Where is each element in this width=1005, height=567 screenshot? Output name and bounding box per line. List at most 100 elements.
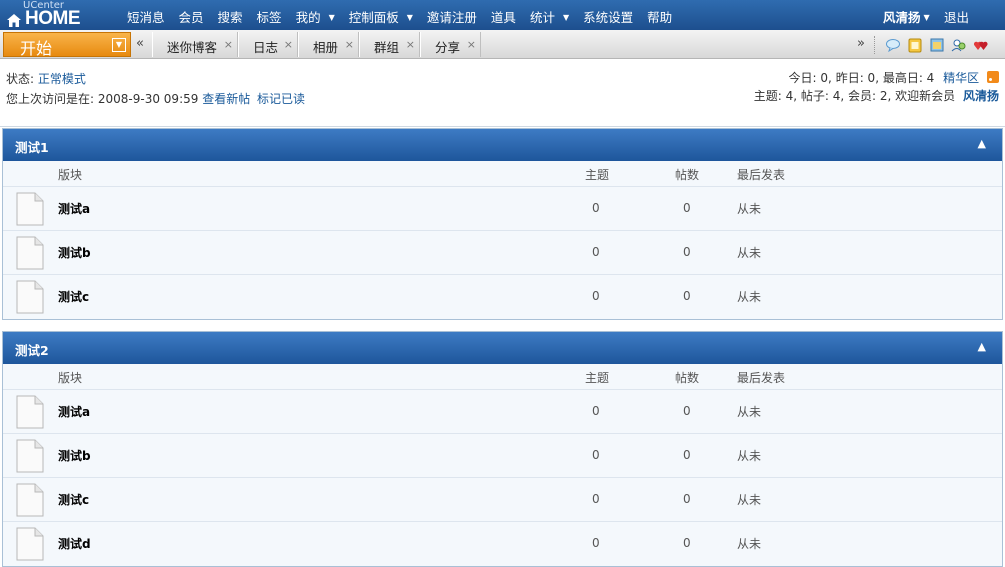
- nav-item[interactable]: 帮助: [647, 7, 672, 26]
- user-menu[interactable]: 风清扬 ▼: [883, 7, 930, 26]
- post-count: 0: [683, 289, 691, 303]
- tabs-prev-button[interactable]: «: [136, 36, 144, 51]
- forum-name-link[interactable]: 测试d: [58, 535, 91, 552]
- new-member-link[interactable]: 风清扬: [963, 89, 999, 103]
- nav-item-label: 我的: [295, 10, 321, 25]
- nav-item[interactable]: 标签: [257, 7, 282, 26]
- collapse-icon[interactable]: ▲: [978, 340, 986, 353]
- view-new-posts-link[interactable]: 查看新帖: [202, 92, 250, 106]
- close-icon[interactable]: ×: [345, 38, 354, 51]
- forum-row: 测试a 0 0 从未: [3, 390, 1002, 434]
- nav-item[interactable]: 搜索: [218, 7, 243, 26]
- nav-item[interactable]: 邀请注册: [427, 7, 477, 26]
- close-icon[interactable]: ×: [406, 38, 415, 51]
- rss-icon[interactable]: [987, 71, 999, 83]
- last-post: 从未: [737, 246, 762, 260]
- close-icon[interactable]: ×: [467, 38, 476, 51]
- topic-count: 0: [592, 201, 600, 215]
- col-last-post: 最后发表: [737, 168, 786, 182]
- column-header-row: 版块 主题 帖数 最后发表: [3, 161, 1002, 187]
- username: 风清扬: [883, 10, 921, 25]
- hearts-icon[interactable]: [973, 37, 989, 53]
- nav-item[interactable]: 控制面板 ▼: [349, 7, 413, 26]
- nav-item[interactable]: 系统设置: [583, 7, 633, 26]
- max-count: 最高日: 4: [882, 71, 935, 85]
- today-count: 今日: 0: [788, 71, 829, 85]
- calendar-icon[interactable]: [929, 37, 945, 53]
- topic-count: 0: [592, 289, 600, 303]
- users-icon[interactable]: [951, 37, 967, 53]
- chevron-down-icon[interactable]: ▼: [329, 13, 335, 22]
- chevron-down-icon[interactable]: ▼: [407, 13, 413, 22]
- mode-value-link[interactable]: 正常模式: [38, 72, 86, 86]
- yesterday-count: 昨日: 0: [835, 71, 876, 85]
- digest-link[interactable]: 精华区: [943, 71, 979, 85]
- top-nav-bar: UCenter HOME 短消息 会员 搜索 标签 我的 ▼ 控制面板 ▼ 邀请注册 道具 统计 ▼ 系…: [0, 0, 1005, 30]
- group-title[interactable]: 测试1: [15, 140, 49, 155]
- ucenter-home-logo[interactable]: UCenter HOME: [3, 0, 113, 30]
- main-nav: 短消息 会员 搜索 标签 我的 ▼ 控制面板 ▼ 邀请注册 道具 统计 ▼ 系统设置 帮助: [120, 7, 679, 26]
- nav-item[interactable]: 统计 ▼: [530, 7, 569, 26]
- forum-name-link[interactable]: 测试b: [58, 244, 91, 261]
- chat-bubble-icon[interactable]: [885, 37, 901, 53]
- collapse-icon[interactable]: ▲: [978, 137, 986, 150]
- forum-row: 测试a 0 0 从未: [3, 187, 1002, 231]
- forum-name-link[interactable]: 测试a: [58, 200, 90, 217]
- last-post: 从未: [737, 537, 762, 551]
- forum-name-link[interactable]: 测试c: [58, 288, 89, 305]
- nav-item[interactable]: 短消息: [127, 7, 165, 26]
- tab-label: 迷你博客: [167, 40, 218, 55]
- chevron-down-icon[interactable]: ▼: [563, 13, 569, 22]
- post-count: 0: [683, 245, 691, 259]
- col-forum: 版块: [58, 168, 83, 182]
- chevron-down-icon: ▼: [112, 38, 126, 52]
- forum-row: 测试b 0 0 从未: [3, 434, 1002, 478]
- nav-item[interactable]: 道具: [491, 7, 516, 26]
- last-post: 从未: [737, 449, 762, 463]
- last-post: 从未: [737, 405, 762, 419]
- group-header: 测试2 ▲: [3, 332, 1002, 364]
- forum-row: 测试d 0 0 从未: [3, 522, 1002, 566]
- close-icon[interactable]: ×: [224, 38, 233, 51]
- daily-stats: 今日: 0, 昨日: 0, 最高日: 4 精华区: [789, 69, 999, 86]
- forum-name-link[interactable]: 测试c: [58, 491, 89, 508]
- mark-read-link[interactable]: 标记已读: [257, 92, 305, 106]
- last-visit-label: 您上次访问是在:: [6, 92, 95, 106]
- forum-doc-icon: [16, 527, 44, 561]
- logout-link[interactable]: 退出: [944, 7, 969, 26]
- start-button[interactable]: 开始 ▼: [3, 32, 131, 58]
- nav-item-label: 搜索: [217, 10, 243, 25]
- nav-item-label: 会员: [178, 10, 204, 25]
- topic-count: 0: [592, 404, 600, 418]
- notepad-icon[interactable]: [907, 37, 923, 53]
- forum-name-link[interactable]: 测试b: [58, 447, 91, 464]
- nav-item[interactable]: 我的 ▼: [296, 7, 335, 26]
- tab[interactable]: 分享 ×: [420, 32, 481, 57]
- group-header: 测试1 ▲: [3, 129, 1002, 161]
- post-count: 0: [683, 448, 691, 462]
- tab[interactable]: 群组 ×: [359, 32, 420, 57]
- col-last-post: 最后发表: [737, 371, 786, 385]
- close-icon[interactable]: ×: [284, 38, 293, 51]
- tab[interactable]: 相册 ×: [298, 32, 359, 57]
- last-visit-time: 2008-9-30 09:59: [97, 92, 199, 106]
- tabs-next-button[interactable]: »: [857, 36, 865, 51]
- tab[interactable]: 迷你博客 ×: [152, 32, 238, 57]
- group-title[interactable]: 测试2: [15, 343, 49, 358]
- mode-label: 状态:: [6, 72, 35, 86]
- forum-row: 测试b 0 0 从未: [3, 231, 1002, 275]
- tab-label: 日志: [253, 40, 279, 55]
- col-posts: 帖数: [675, 371, 700, 385]
- tab[interactable]: 日志 ×: [238, 32, 298, 57]
- forum-name-link[interactable]: 测试a: [58, 403, 90, 420]
- status-area: 状态: 正常模式 您上次访问是在: 2008-9-30 09:59 查看新帖 标…: [0, 59, 1005, 127]
- logo-big-text: HOME: [25, 8, 81, 29]
- tab-label: 分享: [435, 40, 461, 55]
- post-count: 0: [683, 536, 691, 550]
- column-header-row: 版块 主题 帖数 最后发表: [3, 364, 1002, 390]
- nav-item-label: 标签: [256, 10, 282, 25]
- nav-item[interactable]: 会员: [179, 7, 204, 26]
- nav-item-label: 邀请注册: [426, 10, 477, 25]
- col-posts: 帖数: [675, 168, 700, 182]
- last-post: 从未: [737, 290, 762, 304]
